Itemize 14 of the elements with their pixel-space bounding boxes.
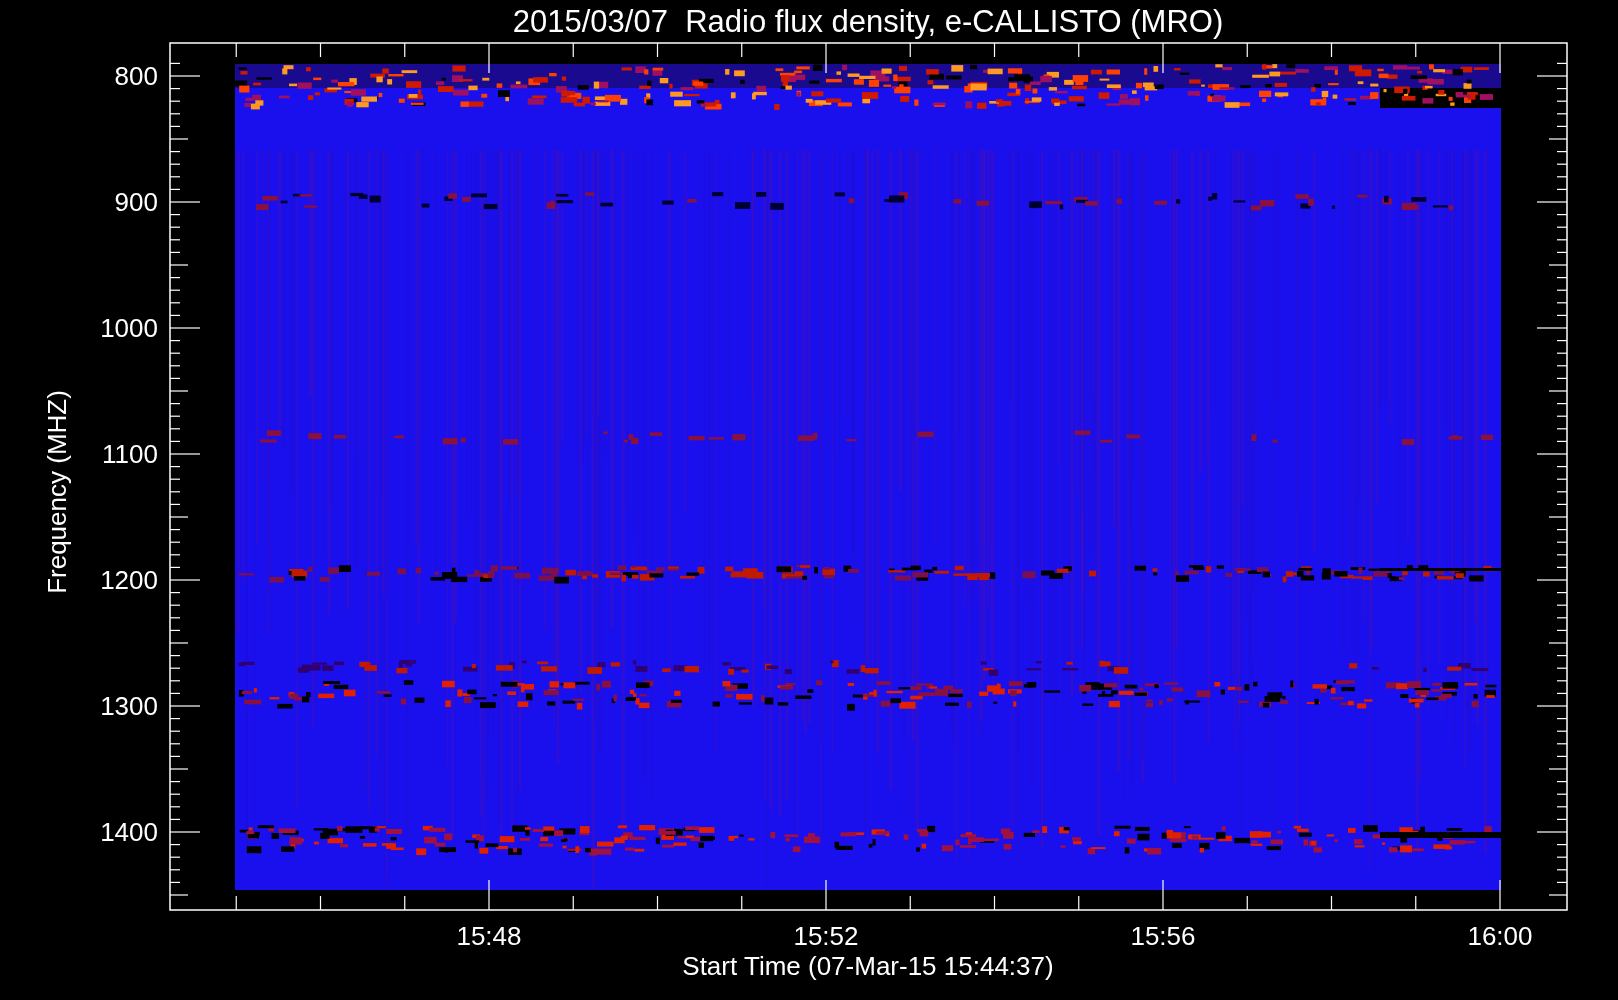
tick-label: 15:56 xyxy=(1130,921,1196,951)
tick-label: 1400 xyxy=(100,817,158,847)
tick-label: 1000 xyxy=(100,313,158,343)
tick-label: 900 xyxy=(114,187,158,217)
tick-label: 16:00 xyxy=(1467,921,1533,951)
tick-label: 15:52 xyxy=(793,921,859,951)
tick-label: 1100 xyxy=(102,439,158,469)
tick-label: 800 xyxy=(114,61,158,91)
tick-label: 15:48 xyxy=(456,921,522,951)
axis-title: Start Time (07-Mar-15 15:44:37) xyxy=(682,951,1054,981)
tick-label: 1300 xyxy=(100,691,158,721)
tick-label: 1200 xyxy=(100,565,158,595)
chart-title: 2015/03/07 Radio flux density, e-CALLISTO (MRO) xyxy=(512,4,1224,39)
axis-title: Frequency (MHZ) xyxy=(42,390,72,594)
